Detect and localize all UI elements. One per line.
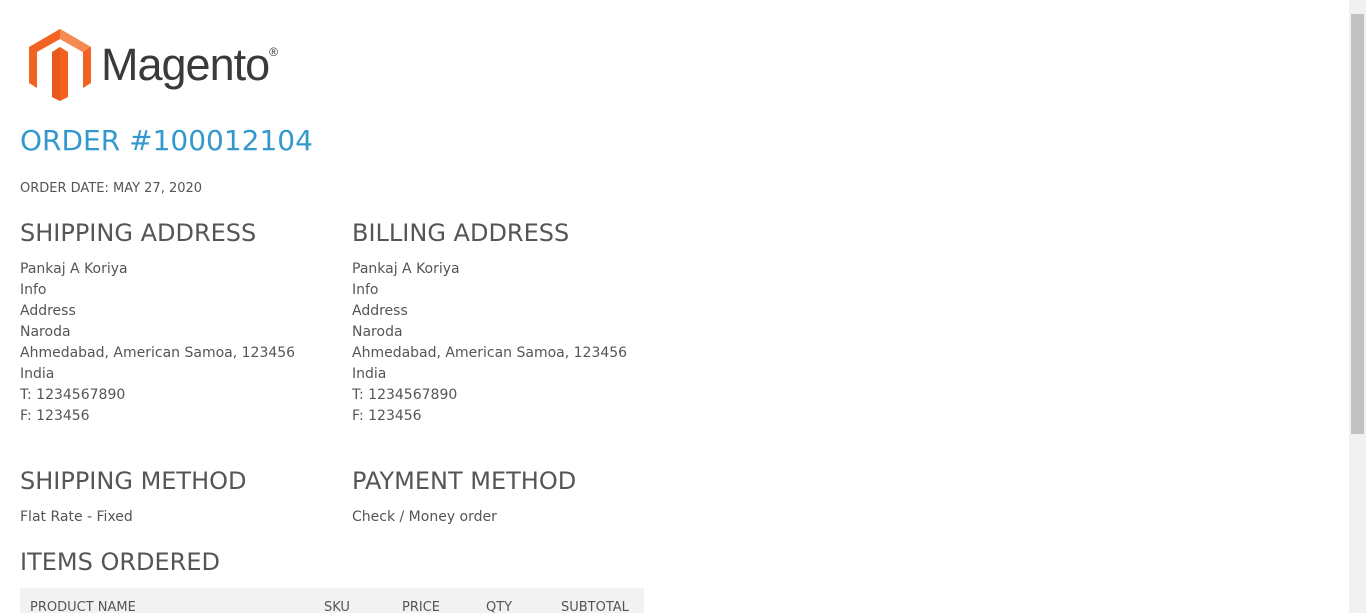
- magento-logo-icon: [29, 29, 91, 101]
- vertical-scrollbar[interactable]: [1349, 0, 1366, 613]
- payment-method-heading: PAYMENT METHOD: [352, 467, 577, 495]
- scrollbar-thumb[interactable]: [1351, 14, 1364, 434]
- column-price: PRICE: [402, 600, 440, 613]
- address-line: Info: [352, 282, 379, 298]
- column-qty: QTY: [486, 600, 513, 613]
- address-line: Address: [352, 303, 408, 319]
- shipping-method-value: Flat Rate - Fixed: [20, 509, 133, 525]
- column-product-name: PRODUCT NAME: [30, 600, 136, 613]
- address-line: Ahmedabad, American Samoa, 123456: [352, 345, 628, 361]
- address-line: F: 123456: [20, 408, 90, 424]
- order-title: ORDER #100012104: [20, 124, 313, 157]
- items-ordered-heading: ITEMS ORDERED: [20, 548, 221, 576]
- address-line: Pankaj A Koriya: [352, 261, 460, 277]
- billing-address: Pankaj A Koriya Info Address Naroda Ahme…: [352, 259, 627, 427]
- address-line: T: 1234567890: [20, 387, 126, 403]
- address-line: Info: [20, 282, 47, 298]
- address-line: Address: [20, 303, 76, 319]
- address-line: Naroda: [352, 324, 403, 340]
- billing-address-heading: BILLING ADDRESS: [352, 219, 570, 247]
- shipping-address-heading: SHIPPING ADDRESS: [20, 219, 257, 247]
- address-line: T: 1234567890: [352, 387, 458, 403]
- address-line: India: [20, 366, 55, 382]
- address-line: F: 123456: [352, 408, 422, 424]
- address-line: India: [352, 366, 387, 382]
- items-table-header: PRODUCT NAME SKU PRICE QTY SUBTOTAL: [20, 588, 644, 613]
- payment-method-value: Check / Money order: [352, 509, 497, 525]
- column-subtotal: SUBTOTAL: [561, 600, 629, 613]
- shipping-address: Pankaj A Koriya Info Address Naroda Ahme…: [20, 259, 295, 427]
- order-date: ORDER DATE: MAY 27, 2020: [20, 181, 203, 196]
- address-line: Ahmedabad, American Samoa, 123456: [20, 345, 296, 361]
- column-sku: SKU: [324, 600, 350, 613]
- shipping-method-heading: SHIPPING METHOD: [20, 467, 247, 495]
- address-line: Pankaj A Koriya: [20, 261, 128, 277]
- logo-wordmark: Magento®: [101, 39, 278, 90]
- address-line: Naroda: [20, 324, 71, 340]
- magento-logo: Magento®: [29, 29, 278, 101]
